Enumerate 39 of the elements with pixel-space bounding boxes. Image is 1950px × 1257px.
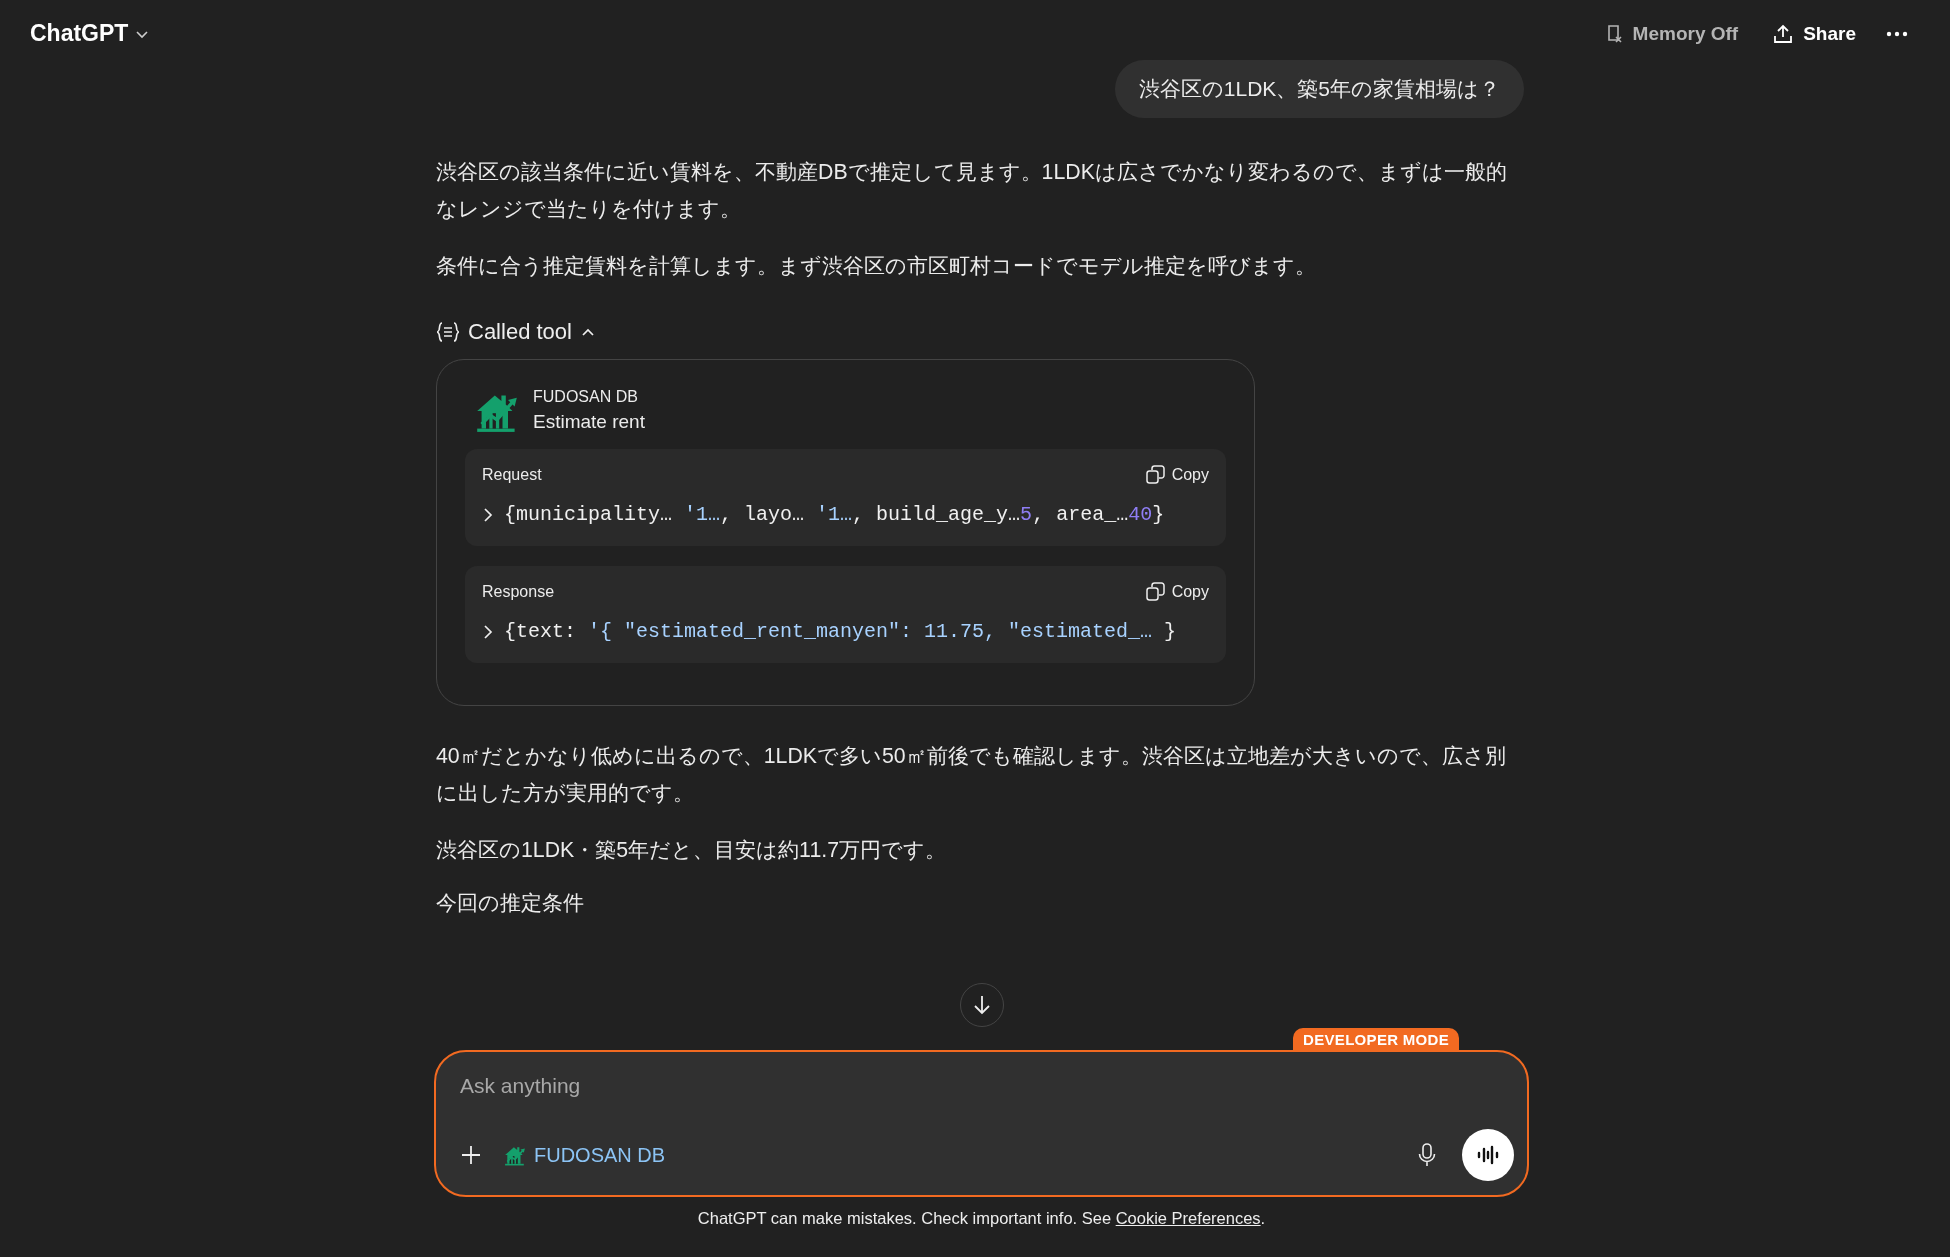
house-chart-icon — [504, 1144, 526, 1166]
voice-button[interactable] — [1462, 1129, 1514, 1181]
copy-icon — [1145, 465, 1165, 484]
app-name: FUDOSAN DB — [533, 388, 639, 406]
action-name: Estimate rent — [533, 411, 645, 433]
app-title[interactable]: ChatGPT — [30, 20, 129, 47]
message-composer[interactable]: Ask anything FUDOSAN DB — [434, 1050, 1529, 1197]
disclaimer-text: ChatGPT can make mistakes. Check important info. See Cookie Preferences. — [696, 1209, 1267, 1228]
user-message: 渋谷区の1LDK、築5年の家賃相場は？ — [1114, 60, 1524, 118]
scroll-down-button[interactable] — [960, 983, 1004, 1027]
microphone-icon[interactable] — [1418, 1143, 1436, 1167]
memory-off-icon — [1605, 23, 1624, 44]
copy-button[interactable]: Copy — [1145, 582, 1209, 601]
message-input[interactable]: Ask anything — [460, 1070, 1360, 1102]
code-text: {municipality… '1…, layo… '1…, build_age_y…5, area_…40} — [504, 503, 1165, 526]
assistant-paragraph: 条件に合う推定賃料を計算します。まず渋谷区の市区町村コードでモデル推定を呼びます。 — [436, 253, 1317, 280]
developer-mode-badge: DEVELOPER MODE — [1293, 1028, 1459, 1051]
section-label: Request — [482, 465, 542, 484]
chevron-right-icon[interactable] — [482, 623, 494, 640]
share-button[interactable]: Share — [1772, 22, 1856, 45]
section-label: Response — [482, 582, 555, 601]
section-heading: 今回の推定条件 — [436, 890, 585, 917]
code-text: {text: '{ "estimated_rent_manyen": 11.75, "estimated_… } — [504, 620, 1177, 643]
arrow-down-icon — [972, 994, 992, 1016]
braces-icon — [436, 322, 460, 342]
chevron-right-icon[interactable] — [482, 506, 494, 523]
assistant-paragraph: 渋谷区の該当条件に近い賃料を、不動産DBで推定して見ます。1LDKは広さでかなり変わるので、まずは一般的なレンジで当たりを付けます。 — [436, 159, 1508, 223]
copy-icon — [1145, 582, 1165, 601]
assistant-paragraph: 40㎡だとかなり低めに出るので、1LDKで多い50㎡前後でも確認します。渋谷区は立地差が大きいので、広さ別に出した方が実用的です。 — [436, 743, 1507, 807]
share-icon — [1772, 22, 1795, 45]
copy-button[interactable]: Copy — [1145, 465, 1209, 484]
memory-off-button[interactable]: Memory Off — [1605, 22, 1739, 45]
waveform-icon — [1477, 1145, 1499, 1165]
called-tool-toggle[interactable]: Called tool — [436, 319, 596, 345]
assistant-paragraph: 渋谷区の1LDK・築5年だと、目安は約11.7万円です。 — [436, 837, 947, 864]
more-options-icon[interactable] — [1886, 30, 1908, 37]
connector-chip[interactable]: FUDOSAN DB — [504, 1143, 666, 1167]
plus-icon[interactable] — [460, 1144, 482, 1166]
cookie-preferences-link[interactable]: Cookie Preferences — [1115, 1209, 1261, 1227]
